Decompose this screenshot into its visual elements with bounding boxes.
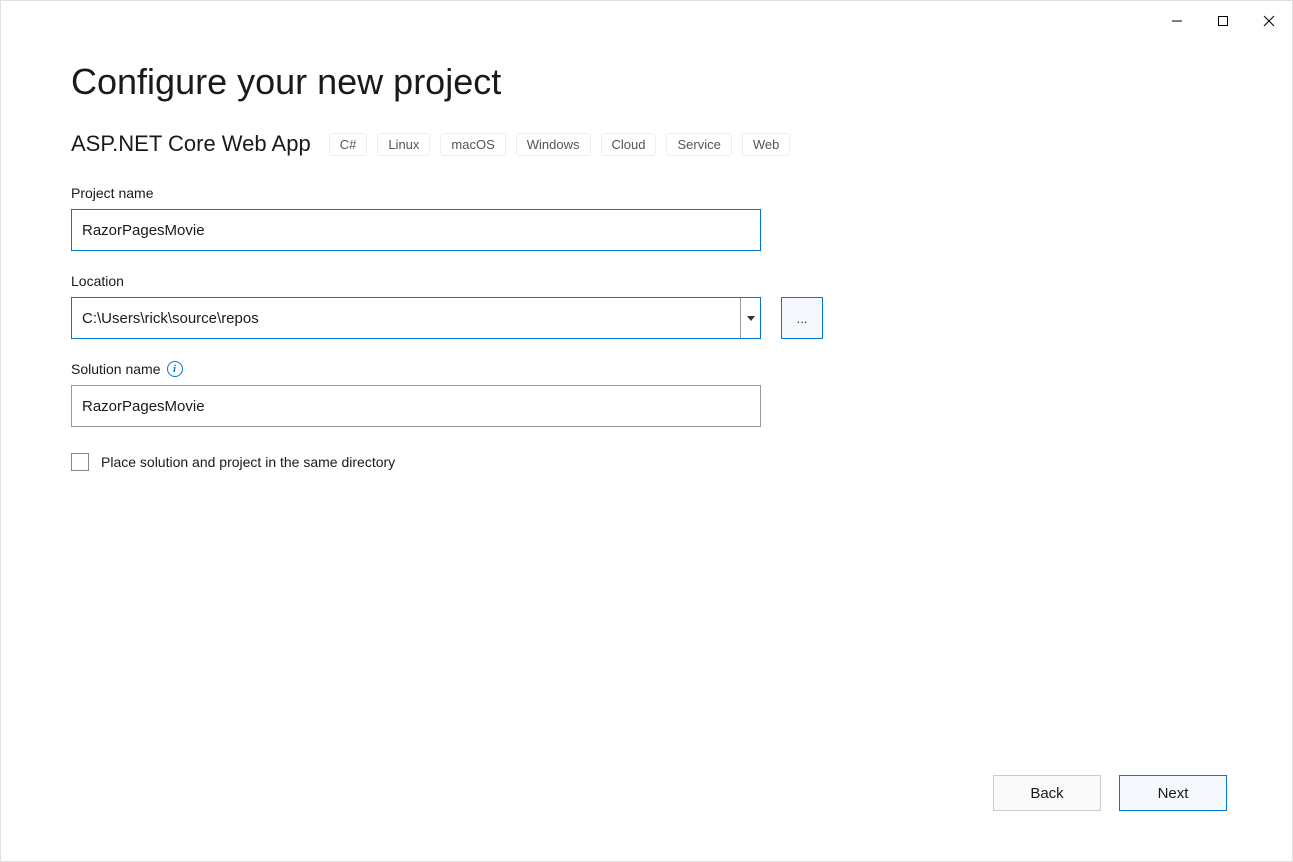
location-combobox[interactable]: [71, 297, 761, 339]
back-button[interactable]: Back: [993, 775, 1101, 811]
maximize-icon: [1217, 15, 1229, 27]
template-subheader: ASP.NET Core Web App C# Linux macOS Wind…: [71, 131, 1222, 157]
window-titlebar-controls: [1154, 1, 1292, 37]
template-tag: Windows: [516, 133, 591, 156]
project-name-group: Project name: [71, 185, 1222, 251]
location-dropdown-button[interactable]: [740, 298, 760, 338]
template-name: ASP.NET Core Web App: [71, 131, 311, 157]
solution-name-label-row: Solution name i: [71, 361, 1222, 377]
location-label: Location: [71, 273, 1222, 289]
next-button[interactable]: Next: [1119, 775, 1227, 811]
template-tag: Cloud: [601, 133, 657, 156]
template-tag: Linux: [377, 133, 430, 156]
close-icon: [1263, 15, 1275, 27]
browse-button[interactable]: ...: [781, 297, 823, 339]
same-directory-row: Place solution and project in the same d…: [71, 453, 1222, 471]
close-button[interactable]: [1246, 5, 1292, 37]
chevron-down-icon: [747, 316, 755, 321]
project-name-input[interactable]: [71, 209, 761, 251]
template-tags: C# Linux macOS Windows Cloud Service Web: [329, 133, 791, 156]
same-directory-checkbox[interactable]: [71, 453, 89, 471]
minimize-button[interactable]: [1154, 5, 1200, 37]
template-tag: C#: [329, 133, 368, 156]
project-name-label: Project name: [71, 185, 1222, 201]
main-content: Configure your new project ASP.NET Core …: [1, 1, 1292, 471]
template-tag: macOS: [440, 133, 505, 156]
location-input[interactable]: [72, 298, 740, 338]
same-directory-label: Place solution and project in the same d…: [101, 454, 395, 470]
template-tag: Service: [666, 133, 731, 156]
location-group: Location ...: [71, 273, 1222, 339]
info-icon[interactable]: i: [167, 361, 183, 377]
maximize-button[interactable]: [1200, 5, 1246, 37]
solution-name-label: Solution name: [71, 361, 161, 377]
template-tag: Web: [742, 133, 791, 156]
solution-name-input[interactable]: [71, 385, 761, 427]
page-title: Configure your new project: [71, 61, 1222, 103]
minimize-icon: [1171, 15, 1183, 27]
footer-buttons: Back Next: [993, 775, 1227, 811]
solution-name-group: Solution name i: [71, 361, 1222, 427]
location-row: ...: [71, 297, 1222, 339]
